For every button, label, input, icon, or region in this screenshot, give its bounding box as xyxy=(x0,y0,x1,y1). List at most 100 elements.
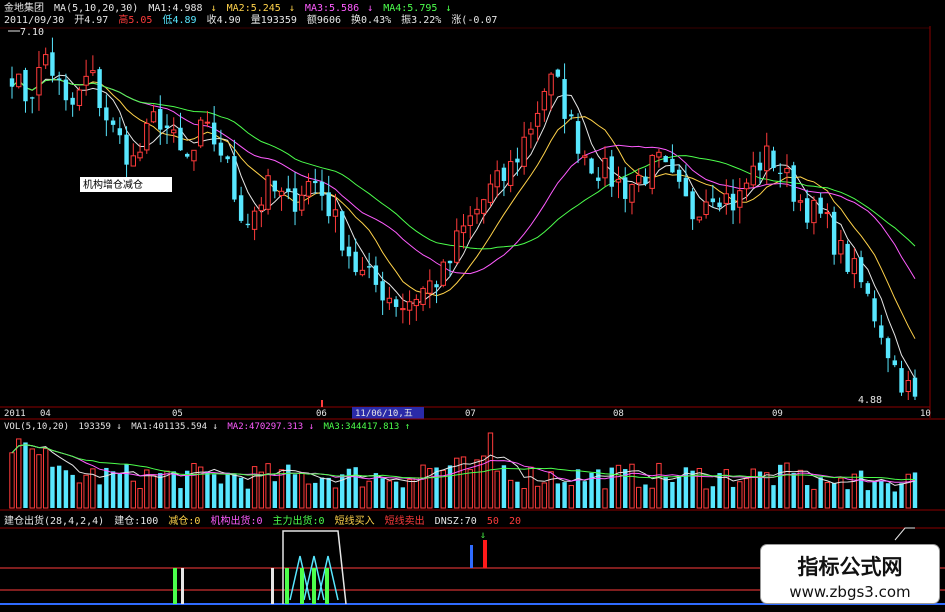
candle-body xyxy=(690,191,695,220)
volume-bar xyxy=(29,448,35,509)
candle-body xyxy=(784,167,790,174)
volume-bar xyxy=(778,464,783,508)
candle-body xyxy=(130,155,136,167)
volume-bar xyxy=(413,477,420,509)
volume-bar xyxy=(346,468,352,508)
watermark-title: 指标公式网 xyxy=(797,555,903,579)
time-label-07: 07 xyxy=(465,409,476,419)
candle-body xyxy=(656,151,662,158)
candle-body xyxy=(615,178,622,183)
volume-bar xyxy=(582,481,587,508)
time-label-06: 06 xyxy=(316,409,327,419)
ma1-value: MA1:4.988 xyxy=(148,3,202,14)
price-bottom-label: 4.88 xyxy=(858,395,882,406)
volume-bar xyxy=(158,473,163,508)
candle-body xyxy=(569,114,574,117)
candle-body xyxy=(507,161,514,186)
candle-body xyxy=(36,67,42,96)
candle-body xyxy=(548,73,554,96)
candle-body xyxy=(150,111,157,123)
ma2-arrow-icon: ↓ xyxy=(289,3,295,14)
volume-bar xyxy=(225,472,230,508)
candle-body xyxy=(879,325,884,338)
volume-bar xyxy=(305,483,312,509)
candle-body xyxy=(764,145,770,172)
ind-short-buy: 短线买入 xyxy=(335,514,375,527)
time-label-10: 10 xyxy=(920,409,931,419)
volume-bar xyxy=(474,459,480,509)
candle-body xyxy=(623,177,628,199)
volume-bar xyxy=(42,448,49,509)
candle-body xyxy=(824,212,831,215)
candle-body xyxy=(636,174,642,184)
indicator-arrow-icon: ⇓ xyxy=(480,530,486,541)
volume-bar xyxy=(130,480,136,509)
stock-name: 金地集团 xyxy=(4,1,44,14)
quote-volume: 量193359 xyxy=(251,14,297,26)
candle-body xyxy=(76,89,83,106)
volume-bar xyxy=(811,488,817,509)
quote-amplitude: 振3.22% xyxy=(401,13,441,26)
ma3-arrow-icon: ↓ xyxy=(367,3,373,14)
volume-bar xyxy=(319,477,325,508)
volume-bar xyxy=(515,481,520,508)
volume-bar xyxy=(137,488,143,509)
volume-bar xyxy=(265,463,271,509)
volume-bar xyxy=(912,472,918,508)
indicator-bar-white-1 xyxy=(181,568,184,604)
volume-bar xyxy=(784,462,790,509)
candle-body xyxy=(791,165,796,202)
volume-bar xyxy=(804,485,810,508)
quote-change: 涨(-0.07 xyxy=(451,14,497,26)
candle-body xyxy=(211,122,217,145)
vol-ma1: MA1:401135.594 xyxy=(131,422,207,432)
candle-body xyxy=(851,258,858,275)
candle-body xyxy=(42,54,49,66)
candle-body xyxy=(158,109,163,130)
volume-bar xyxy=(534,485,541,509)
time-label-08: 08 xyxy=(613,409,624,419)
ind-level-50: 50 xyxy=(487,516,499,527)
volume-bar xyxy=(63,470,69,508)
volume-bar xyxy=(507,479,514,509)
candle-body xyxy=(460,225,467,234)
candle-body xyxy=(413,298,420,307)
volume-bar xyxy=(737,481,743,509)
candle-body xyxy=(717,202,722,208)
candle-body xyxy=(676,169,682,182)
ind-build: 建仓:100 xyxy=(114,514,158,527)
volume-bar xyxy=(16,438,22,509)
candle-body xyxy=(683,177,689,197)
candle-body xyxy=(191,149,197,162)
candle-body xyxy=(393,299,399,307)
volume-bar xyxy=(70,474,75,508)
candle-body xyxy=(515,158,520,163)
candle-body xyxy=(703,201,709,216)
candle-body xyxy=(534,112,541,127)
volume-bar xyxy=(824,482,831,509)
price-top-label: 7.10 xyxy=(20,27,44,38)
candle-body xyxy=(197,119,204,147)
candle-body xyxy=(386,297,393,304)
indicator-bar-green-4 xyxy=(312,568,316,604)
volume-bar xyxy=(872,481,877,508)
volume-bar xyxy=(332,487,339,509)
candle-body xyxy=(164,125,170,128)
candle-body xyxy=(596,177,601,181)
candle-body xyxy=(771,150,776,169)
volume-bar xyxy=(615,464,622,509)
candle-body xyxy=(185,153,190,157)
candle-body xyxy=(420,287,426,305)
volume-bar xyxy=(251,466,258,509)
candle-body xyxy=(171,129,177,134)
indicator-bar-green-2 xyxy=(285,568,289,604)
volume-bar xyxy=(400,487,406,508)
candle-body xyxy=(474,208,480,215)
watermark-url: www.zbgs3.com xyxy=(789,583,911,601)
candle-body xyxy=(265,175,271,210)
candle-body xyxy=(9,78,15,87)
vol-value: 193359 xyxy=(78,422,111,432)
candle-body xyxy=(818,197,823,214)
volume-bar xyxy=(818,477,823,508)
candle-body xyxy=(427,280,433,294)
